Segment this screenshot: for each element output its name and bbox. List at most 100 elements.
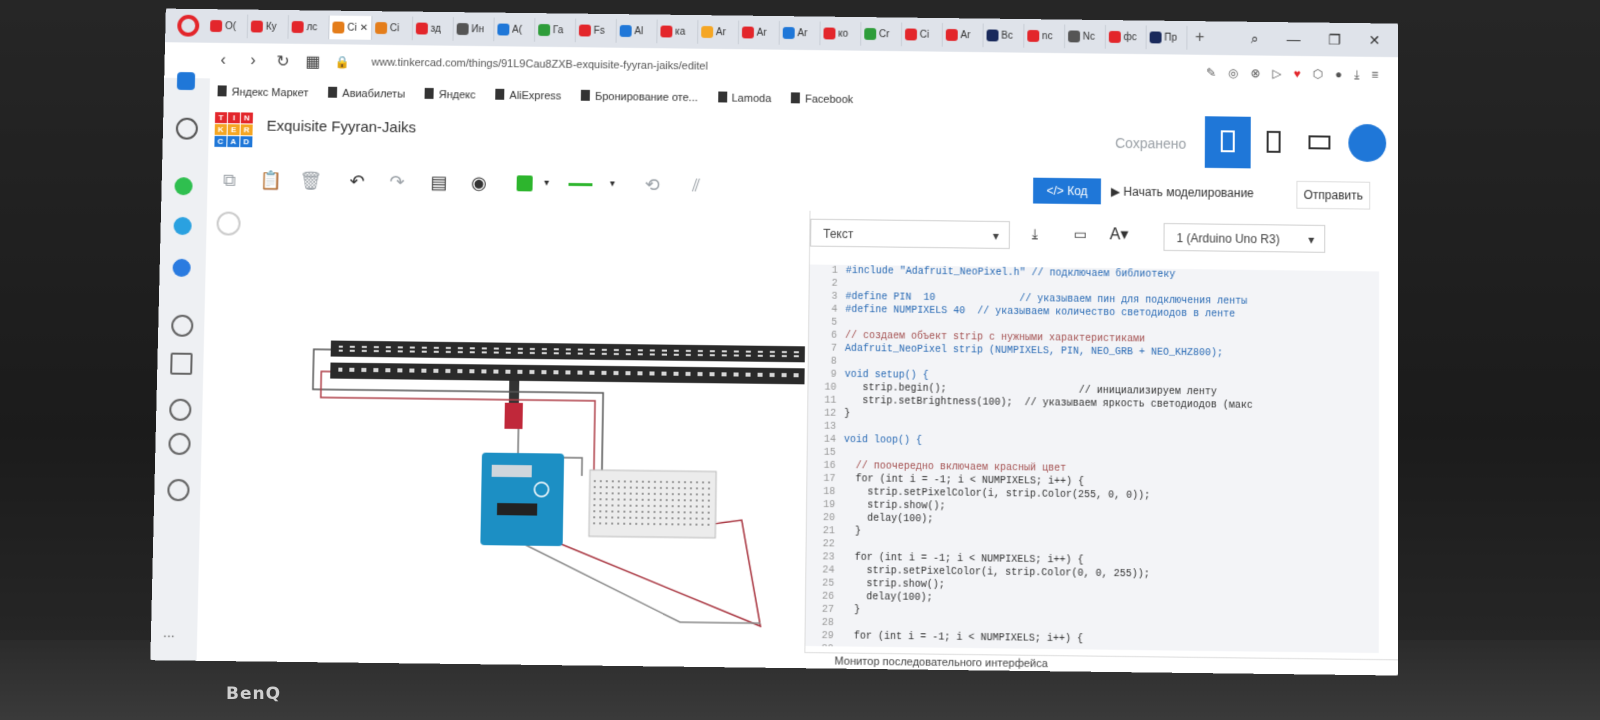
heart-icon[interactable]: [169, 398, 192, 421]
browser-tab[interactable]: фс: [1105, 24, 1147, 50]
circuit-view-button[interactable]: [1204, 116, 1251, 169]
close-icon[interactable]: ✕: [1369, 32, 1381, 49]
restore-icon[interactable]: ❐: [1328, 31, 1341, 48]
delete-icon[interactable]: 🗑: [299, 171, 322, 191]
browser-tab[interactable]: лс: [288, 15, 330, 40]
browser-tab[interactable]: Nc: [1064, 24, 1106, 49]
visibility-icon[interactable]: ◉: [469, 173, 489, 193]
opera-logo-icon[interactable]: [177, 14, 200, 37]
code-text: }: [842, 526, 862, 538]
browser-tab[interactable]: Пр: [1146, 25, 1188, 50]
send-icon[interactable]: [170, 352, 193, 375]
color-swatch[interactable]: [516, 175, 533, 192]
code-button[interactable]: </> Код: [1033, 177, 1102, 205]
bookmark-item[interactable]: Яндекс: [424, 87, 476, 101]
whatsapp-icon[interactable]: [174, 177, 193, 196]
tab-close-icon[interactable]: ✕: [360, 22, 369, 33]
code-editor[interactable]: 1 #include "Adafruit_NeoPixel.h" // подкл…: [805, 264, 1380, 654]
tab-label: ка: [675, 26, 686, 38]
browser-tab[interactable]: Cr: [861, 22, 903, 47]
simulate-button[interactable]: ▶ Начать моделирование: [1111, 179, 1291, 207]
undo-icon[interactable]: ↶: [347, 171, 367, 191]
bookmark-item[interactable]: Facebook: [791, 91, 853, 106]
logo-letter: C: [214, 135, 227, 147]
browser-tab[interactable]: Вс: [983, 23, 1025, 48]
avatar[interactable]: [1348, 123, 1387, 163]
player-icon[interactable]: [171, 314, 194, 337]
star-icon[interactable]: [175, 117, 199, 140]
chevron-down-icon[interactable]: ▾: [602, 174, 622, 194]
board-select[interactable]: 1 (Arduino Uno R3) ▾: [1163, 223, 1326, 253]
line-number: 22: [822, 539, 835, 551]
back-icon[interactable]: ‹: [208, 52, 238, 70]
more-icon[interactable]: ...: [163, 624, 175, 640]
menu-icon[interactable]: ≡: [1371, 67, 1378, 82]
browser-tab[interactable]: зд: [412, 16, 454, 41]
schematic-view-button[interactable]: [1251, 117, 1297, 169]
browser-tab[interactable]: Ci: [371, 16, 414, 41]
browser-tab[interactable]: Ar: [738, 20, 780, 45]
browser-tab[interactable]: Fs: [575, 18, 617, 43]
bookmark-item[interactable]: AliExpress: [495, 88, 561, 102]
browser-tab[interactable]: Ci ✕: [329, 15, 373, 40]
download-icon[interactable]: ⤓: [1354, 67, 1359, 82]
copy-icon[interactable]: ⧉: [219, 170, 239, 190]
play-icon[interactable]: ▷: [1272, 66, 1281, 81]
bookmark-item[interactable]: Яндекс Маркет: [217, 84, 309, 99]
chevron-down-icon: ▾: [1308, 232, 1315, 247]
search-icon[interactable]: ⌕: [1251, 30, 1259, 47]
circuit-workspace[interactable]: [196, 203, 810, 653]
reload-icon[interactable]: ↻: [268, 51, 298, 71]
notes-icon[interactable]: ▤: [429, 172, 449, 192]
browser-tab[interactable]: Ar: [779, 21, 821, 46]
bookmark-item[interactable]: Авиабилеты: [328, 86, 405, 100]
profile-icon[interactable]: ●: [1335, 67, 1342, 82]
browser-tab[interactable]: Га: [534, 18, 577, 43]
browser-tab[interactable]: Ar: [942, 23, 984, 48]
heart-icon[interactable]: ♥: [1294, 66, 1301, 81]
paste-icon[interactable]: 📋: [259, 170, 282, 190]
download-icon[interactable]: ⤓: [1032, 225, 1038, 242]
forward-icon[interactable]: ›: [238, 52, 268, 70]
send-button[interactable]: Отправить: [1296, 180, 1371, 210]
chevron-down-icon[interactable]: ▾: [536, 174, 556, 194]
font-size-icon[interactable]: A▾: [1110, 224, 1129, 244]
camera-icon[interactable]: ◎: [1228, 66, 1238, 81]
tab-label: фс: [1123, 31, 1137, 43]
rotate-icon[interactable]: ⟲: [642, 175, 662, 195]
vk-icon[interactable]: [172, 258, 191, 277]
home-icon[interactable]: [176, 72, 196, 91]
tab-favicon-icon: [945, 28, 958, 41]
browser-tab[interactable]: ка: [657, 19, 699, 44]
browser-tab[interactable]: ко: [820, 21, 862, 46]
redo-icon[interactable]: ↷: [387, 172, 407, 192]
telegram-icon[interactable]: [173, 216, 192, 236]
browser-tab[interactable]: Ин: [453, 17, 495, 42]
browser-tab[interactable]: nc: [1024, 23, 1066, 49]
speed-dial-icon[interactable]: ▦: [298, 52, 328, 72]
blocker-icon[interactable]: ⊗: [1250, 66, 1260, 81]
browser-tab[interactable]: O(: [206, 14, 249, 39]
upload-icon[interactable]: ▭: [1074, 226, 1087, 243]
project-name[interactable]: Exquisite Fyyran-Jaiks: [266, 118, 416, 137]
tab-label: Ar: [715, 26, 726, 38]
flip-icon[interactable]: ⫽: [686, 175, 706, 196]
tinkercad-logo[interactable]: TIN KER CAD: [214, 112, 253, 148]
browser-tab[interactable]: Ci: [901, 22, 943, 47]
bookmark-item[interactable]: Lamoda: [717, 90, 772, 105]
bookmark-item[interactable]: Бронирование оте...: [581, 89, 698, 104]
component-list-button[interactable]: [1296, 117, 1342, 169]
browser-tab[interactable]: Ar: [697, 20, 740, 45]
cube-icon[interactable]: ⬡: [1313, 67, 1323, 82]
minimize-icon[interactable]: —: [1287, 31, 1301, 48]
browser-tab[interactable]: Ку: [247, 14, 289, 39]
edit-icon[interactable]: ✎: [1206, 65, 1216, 80]
new-tab-button[interactable]: +: [1187, 29, 1212, 47]
wire-type-icon[interactable]: [568, 182, 593, 187]
browser-tab[interactable]: A(: [494, 17, 536, 42]
url-field[interactable]: www.tinkercad.com/things/91L9Cau8ZXB-exq…: [371, 57, 708, 73]
code-mode-select[interactable]: Текст ▾: [810, 218, 1010, 250]
lightbulb-icon[interactable]: [167, 478, 190, 502]
browser-tab[interactable]: Al: [616, 19, 658, 44]
history-icon[interactable]: [168, 432, 191, 456]
